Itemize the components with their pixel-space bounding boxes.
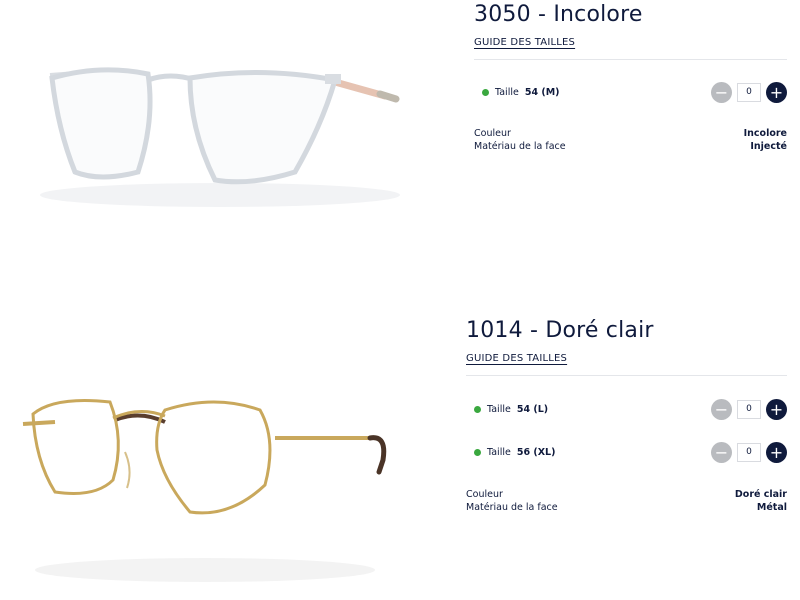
plus-icon[interactable]: + (766, 82, 787, 103)
minus-icon[interactable]: − (711, 442, 732, 463)
minus-icon[interactable]: − (711, 82, 732, 103)
plus-icon[interactable]: + (766, 399, 787, 420)
spec-key: Matériau de la face (466, 502, 558, 513)
quantity-input[interactable]: 0 (737, 83, 761, 102)
spec-key: Couleur (474, 128, 511, 139)
spec-key: Couleur (466, 489, 503, 500)
product-image-1[interactable] (30, 50, 420, 220)
clear-eyeglasses-image (40, 67, 400, 207)
quantity-input[interactable]: 0 (737, 400, 761, 419)
plus-icon[interactable]: + (766, 442, 787, 463)
size-value: 54 (L) (516, 404, 549, 415)
size-row: Taille 54 (M) − 0 + (474, 71, 787, 114)
quantity-stepper: − 0 + (711, 82, 787, 103)
product-image-2[interactable] (15, 380, 410, 590)
spec-value: Incolore (743, 128, 787, 139)
size-value: 56 (XL) (516, 447, 556, 458)
divider (474, 59, 787, 60)
product-specs: Couleur Doré clair Matériau de la face M… (466, 488, 787, 514)
minus-icon[interactable]: − (711, 399, 732, 420)
size-label: Taille (495, 87, 519, 98)
availability-dot-icon (474, 406, 481, 413)
size-label: Taille (487, 404, 511, 415)
divider (466, 375, 787, 376)
spec-key: Matériau de la face (474, 141, 566, 152)
availability-dot-icon (482, 89, 489, 96)
spec-row: Couleur Doré clair (466, 488, 787, 501)
spec-value: Métal (756, 502, 787, 513)
size-guide-link[interactable]: GUIDE DES TAILLES (474, 37, 575, 48)
product-info-1: 3050 - Incolore GUIDE DES TAILLES Taille… (474, 0, 787, 153)
size-value: 54 (M) (524, 87, 560, 98)
spec-row: Couleur Incolore (474, 127, 787, 140)
spec-value: Injecté (750, 141, 787, 152)
size-row: Taille 54 (L) − 0 + (466, 388, 787, 431)
size-label: Taille (487, 447, 511, 458)
quantity-stepper: − 0 + (711, 399, 787, 420)
quantity-input[interactable]: 0 (737, 443, 761, 462)
product-specs: Couleur Incolore Matériau de la face Inj… (474, 127, 787, 153)
spec-value: Doré clair (734, 489, 787, 500)
gold-eyeglasses-image (22, 399, 387, 582)
size-row: Taille 56 (XL) − 0 + (466, 431, 787, 474)
spec-row: Matériau de la face Métal (466, 501, 787, 514)
quantity-stepper: − 0 + (711, 442, 787, 463)
spec-row: Matériau de la face Injecté (474, 140, 787, 153)
product-info-2: 1014 - Doré clair GUIDE DES TAILLES Tail… (466, 316, 787, 514)
product-title: 3050 - Incolore (474, 2, 643, 27)
product-title: 1014 - Doré clair (466, 318, 654, 343)
size-guide-link[interactable]: GUIDE DES TAILLES (466, 353, 567, 364)
availability-dot-icon (474, 449, 481, 456)
